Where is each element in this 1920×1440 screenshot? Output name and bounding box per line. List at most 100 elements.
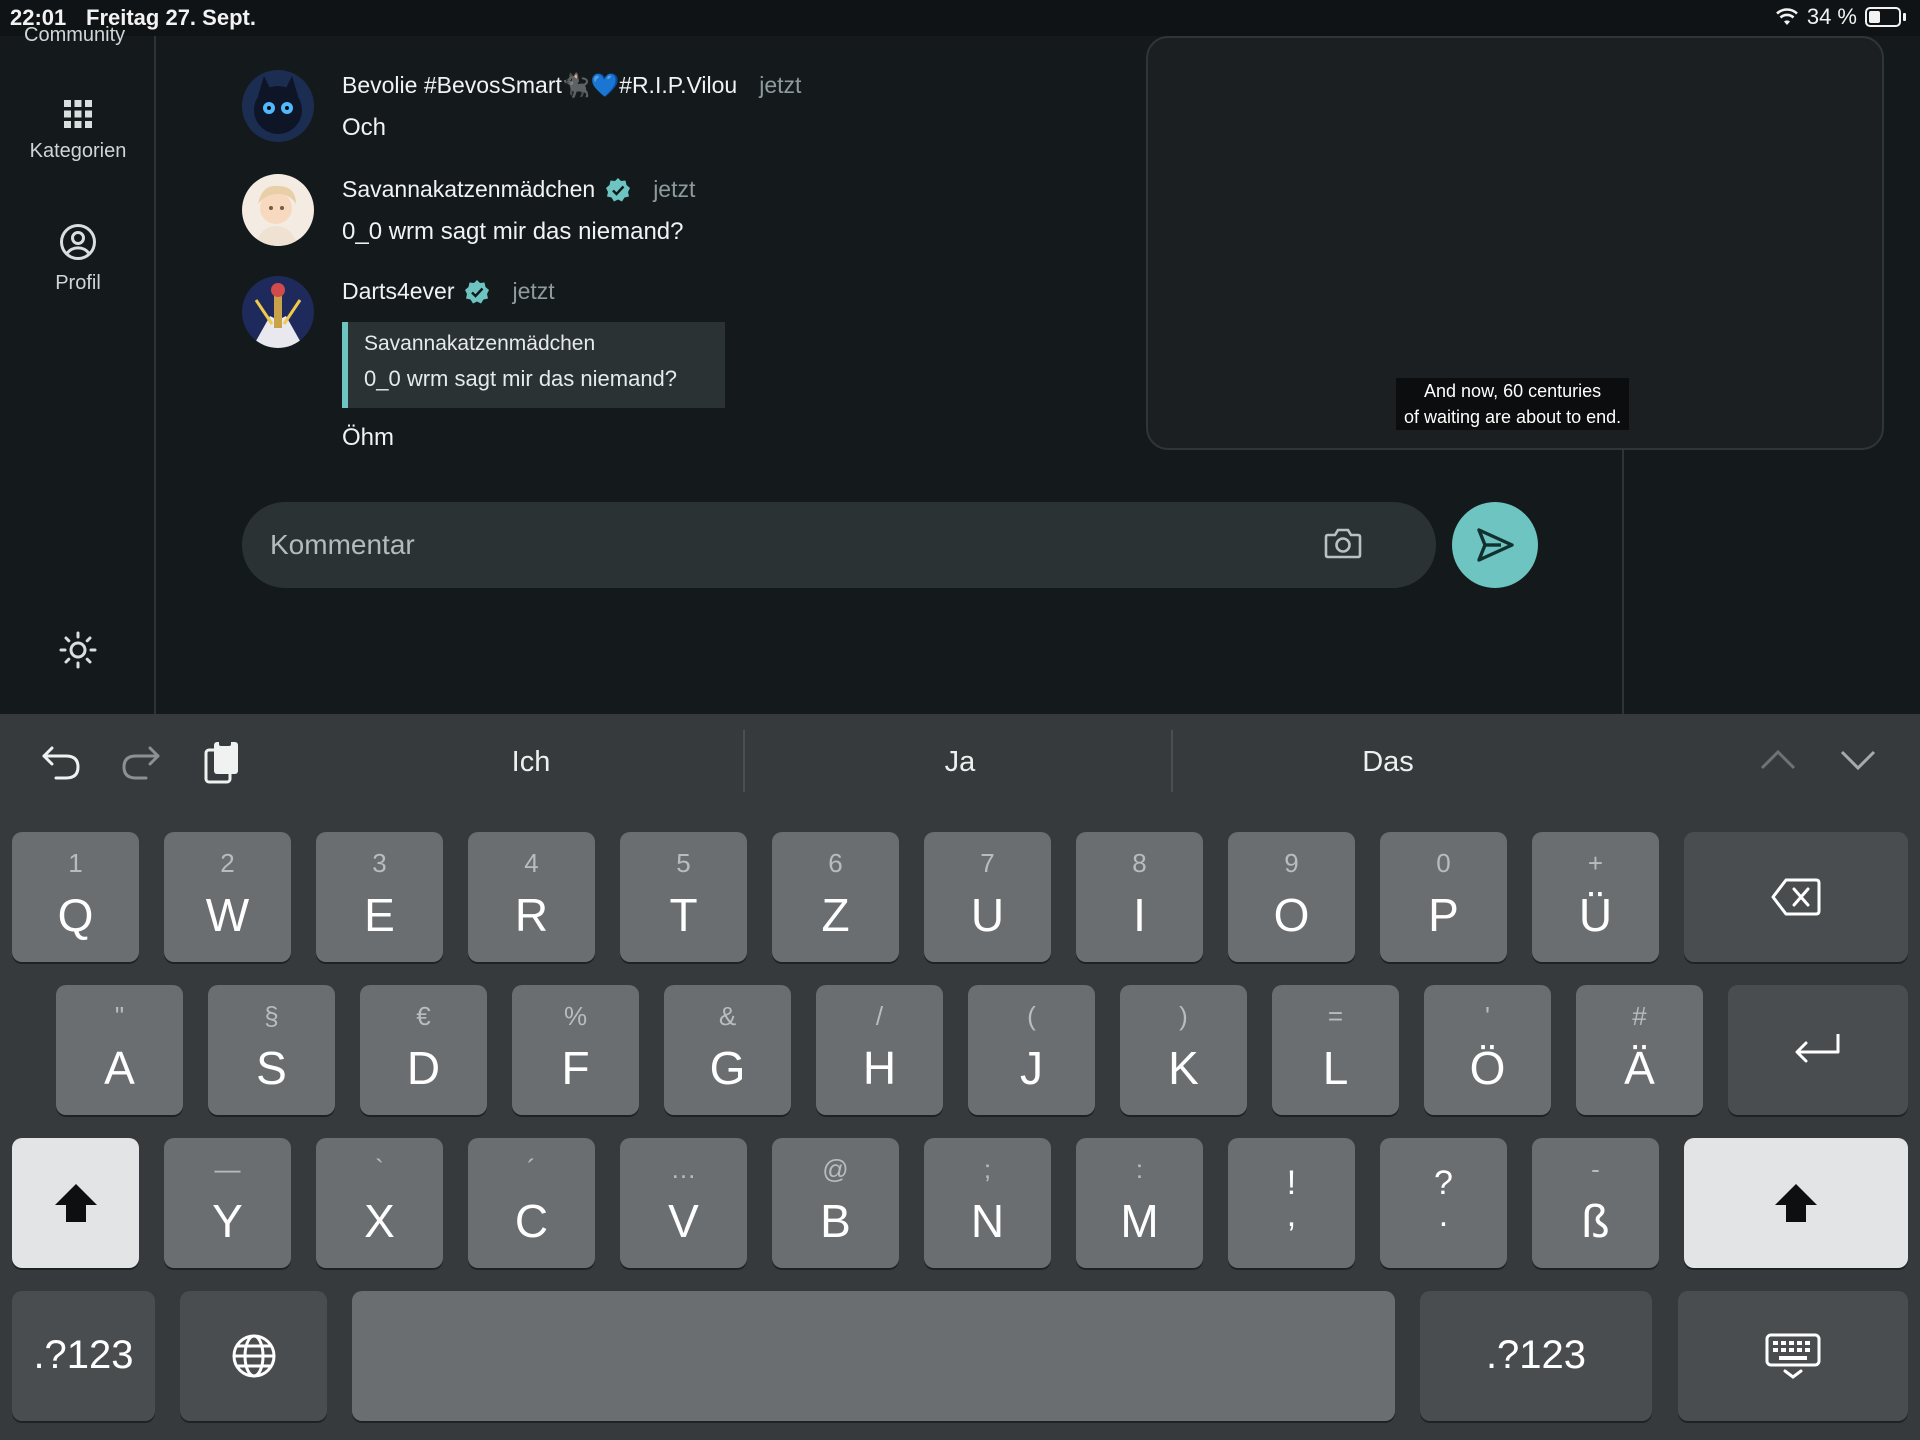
sidebar-item-kategorien[interactable]: Kategorien xyxy=(0,98,156,163)
key-e[interactable]: 3E xyxy=(316,832,443,962)
shift-icon xyxy=(1775,1184,1817,1222)
avatar[interactable] xyxy=(242,174,314,246)
key-z[interactable]: 6Z xyxy=(772,832,899,962)
shift-key-right[interactable] xyxy=(1684,1138,1908,1268)
suggestion-2[interactable]: Ja xyxy=(900,746,1020,779)
paste-button[interactable] xyxy=(202,740,242,791)
key-alt: — xyxy=(214,1154,241,1184)
key-b[interactable]: @ B xyxy=(772,1138,899,1268)
globe-key[interactable] xyxy=(180,1291,327,1421)
shift-wrap xyxy=(12,1138,139,1268)
key-ue[interactable]: + Ü xyxy=(1532,832,1659,962)
undo-icon xyxy=(42,746,80,780)
comment-time: jetzt xyxy=(759,72,802,98)
undo-button[interactable] xyxy=(40,742,82,787)
comment-input[interactable] xyxy=(270,522,1330,568)
video-player[interactable]: And now, 60 centuries of waiting are abo… xyxy=(1146,36,1884,450)
comment-author[interactable]: Darts4ever xyxy=(342,278,454,305)
key-letter: , xyxy=(1286,1196,1297,1234)
key-alt: 4 xyxy=(524,848,539,878)
key-p[interactable]: 0P xyxy=(1380,832,1507,962)
previous-field-button[interactable] xyxy=(1760,748,1796,777)
key-ae[interactable]: # Ä xyxy=(1576,985,1703,1115)
return-key[interactable] xyxy=(1728,985,1908,1115)
comment-composer xyxy=(242,502,1436,588)
key-comma[interactable]: !, xyxy=(1228,1138,1355,1268)
backspace-key[interactable] xyxy=(1684,832,1908,962)
key-l[interactable]: = L xyxy=(1272,985,1399,1115)
key-f[interactable]: % F xyxy=(512,985,639,1115)
redo-button[interactable] xyxy=(120,742,162,787)
key-m[interactable]: :M xyxy=(1076,1138,1203,1268)
avatar[interactable] xyxy=(242,276,314,348)
key-letter: V xyxy=(668,1195,699,1247)
next-field-button[interactable] xyxy=(1840,748,1876,777)
camera-button[interactable] xyxy=(1324,526,1362,565)
key-a[interactable]: " A xyxy=(56,985,183,1115)
shift-key-left[interactable] xyxy=(12,1138,139,1268)
quote-author: Savannakatzenmädchen xyxy=(364,332,596,355)
comment-author[interactable]: Bevolie #BevosSmart🐈‍⬛💙#R.I.P.Vilou xyxy=(342,72,737,99)
comment-text: Och xyxy=(342,114,387,141)
quoted-comment[interactable]: Savannakatzenmädchen 0_0 wrm sagt mir da… xyxy=(342,322,725,408)
key-k[interactable]: ) K xyxy=(1120,985,1247,1115)
shift-icon xyxy=(54,1184,97,1222)
key-h[interactable]: / H xyxy=(816,985,943,1115)
key-c[interactable]: ´ C xyxy=(468,1138,595,1268)
key-d[interactable]: € D xyxy=(360,985,487,1115)
numbers-key-left[interactable]: .?123 xyxy=(12,1291,155,1421)
sidebar-item-profil[interactable]: Profil xyxy=(0,222,156,295)
quote-text: 0_0 wrm sagt mir das niemand? xyxy=(364,366,678,391)
key-alt: 7 xyxy=(980,848,995,878)
sun-icon xyxy=(59,631,97,669)
key-u[interactable]: 7U xyxy=(924,832,1051,962)
key-y[interactable]: — Y xyxy=(164,1138,291,1268)
dismiss-keyboard-key[interactable] xyxy=(1678,1291,1908,1421)
key-letter: J xyxy=(1020,1042,1043,1094)
key-n[interactable]: ; N xyxy=(924,1138,1051,1268)
key-q[interactable]: 1Q xyxy=(12,832,139,962)
key-w[interactable]: 2W xyxy=(164,832,291,962)
sidebar-label-profil: Profil xyxy=(55,272,101,294)
key-g[interactable]: & G xyxy=(664,985,791,1115)
key-j[interactable]: (J xyxy=(968,985,1095,1115)
key-alt: ( xyxy=(1027,1001,1036,1031)
key-alt: 1 xyxy=(68,848,83,878)
keyboard-toolbar: Ich Ja Das xyxy=(0,714,1920,814)
key-letter: K xyxy=(1168,1042,1199,1094)
chevron-up-icon xyxy=(1760,749,1796,770)
comment-author[interactable]: Savannakatzenmädchen xyxy=(342,176,595,203)
key-x[interactable]: ` X xyxy=(316,1138,443,1268)
return-wrap xyxy=(1728,985,1908,1115)
space-key[interactable] xyxy=(352,1291,1395,1421)
key-period[interactable]: ?. xyxy=(1380,1138,1507,1268)
key-oe[interactable]: ' Ö xyxy=(1424,985,1551,1115)
backspace-wrap xyxy=(1684,832,1908,962)
key-t[interactable]: 5T xyxy=(620,832,747,962)
key-o[interactable]: 9O xyxy=(1228,832,1355,962)
key-letter: Y xyxy=(212,1195,243,1247)
key-alt: ´ xyxy=(527,1154,536,1184)
redo-icon xyxy=(122,746,160,780)
chevron-down-icon xyxy=(1840,750,1876,771)
key-alt: # xyxy=(1632,1001,1647,1031)
key-letter: I xyxy=(1133,889,1146,941)
key-letter: ß xyxy=(1581,1195,1610,1247)
numbers-key-right[interactable]: .?123 xyxy=(1420,1291,1652,1421)
key-eszett[interactable]: -ß xyxy=(1532,1138,1659,1268)
suggestion-3[interactable]: Das xyxy=(1328,746,1448,779)
key-alt: 3 xyxy=(372,848,387,878)
key-i[interactable]: 8I xyxy=(1076,832,1203,962)
theme-toggle-button[interactable] xyxy=(58,630,98,675)
key-r[interactable]: 4R xyxy=(468,832,595,962)
key-v[interactable]: … V xyxy=(620,1138,747,1268)
caption-line: And now, 60 centuries xyxy=(1424,381,1602,401)
sidebar-item-community[interactable]: Community xyxy=(24,24,125,47)
key-alt: 2 xyxy=(220,848,235,878)
return-icon xyxy=(1795,1034,1840,1063)
send-button[interactable] xyxy=(1452,502,1538,588)
key-s[interactable]: § S xyxy=(208,985,335,1115)
globe-wrap xyxy=(180,1291,327,1421)
avatar[interactable] xyxy=(242,70,314,142)
suggestion-1[interactable]: Ich xyxy=(471,746,591,779)
